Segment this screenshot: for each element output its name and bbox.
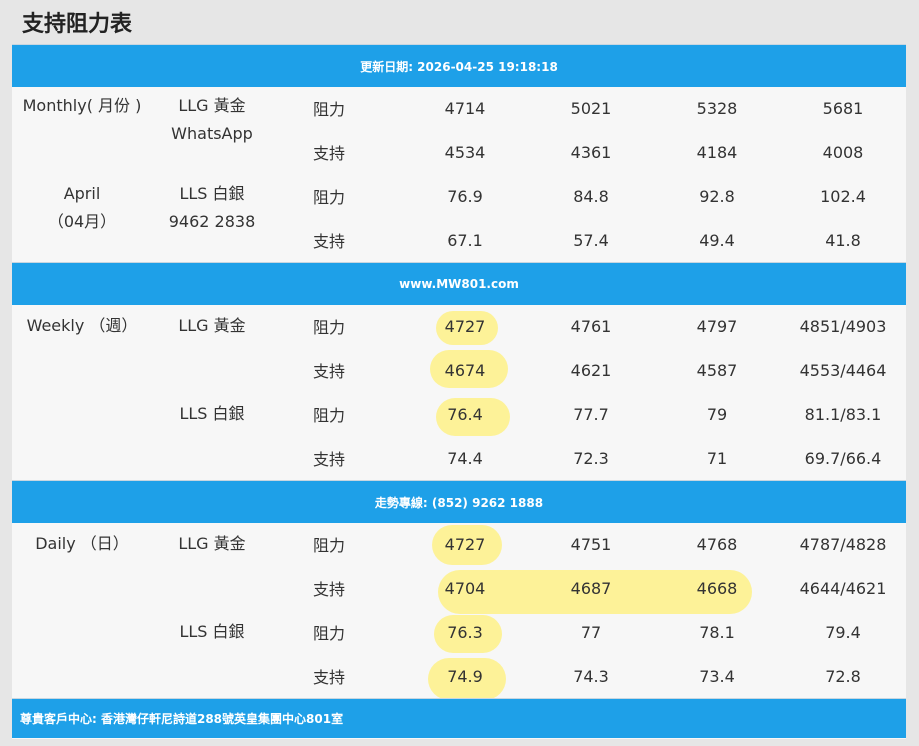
value-cell: 71 [706,448,728,468]
value-cell: 4621 [570,360,612,380]
weekly-row-3: 阻力 76.4 77.7 79 81.1/83.1 [12,392,906,436]
value-cell: 4787/4828 [799,534,887,554]
type-cell: 支持 [312,362,345,381]
value-cell: 72.3 [573,448,609,468]
value-cell: 49.4 [699,230,735,250]
value-cell: 4184 [696,142,738,162]
value-cell: 81.1/83.1 [804,404,882,424]
value-cell: 4668 [654,566,780,610]
website-banner[interactable]: www.MW801.com [12,262,906,305]
update-date-text: 更新日期: 2026-04-25 19:18:18 [360,59,558,74]
value-cell: 4751 [570,534,612,554]
value-cell: 79.4 [825,622,861,642]
value-text: 74.9 [447,666,483,686]
value-cell: 76.9 [447,186,483,206]
value-cell: 4761 [570,316,612,336]
value-cell: 4727 [402,522,528,566]
page-title: 支持阻力表 [22,12,133,37]
value-cell: 4587 [696,360,738,380]
weekly-row-2: 支持 4674 4621 4587 4553/4464 [12,348,906,392]
value-cell: 4553/4464 [799,360,887,380]
value-text: 4687 [570,578,612,598]
value-text: 76.4 [447,404,483,424]
value-cell: 4704 [402,566,528,610]
value-text: 4668 [696,578,738,598]
value-cell: 67.1 [447,230,483,250]
type-cell: 阻力 [312,318,345,337]
value-cell: 57.4 [573,230,609,250]
value-cell: 4851/4903 [799,316,887,336]
type-cell: 阻力 [312,100,345,119]
value-cell: 4797 [696,316,738,336]
type-cell: 支持 [312,232,345,251]
value-cell: 77 [580,622,602,642]
type-cell: 阻力 [312,536,345,555]
hotline-text: 走勢專線: (852) 9262 1888 [374,495,544,510]
value-cell: 4727 [402,304,528,348]
daily-row-1: 阻力 4727 4751 4768 4787/4828 [12,522,906,566]
value-cell: 77.7 [573,404,609,424]
value-text: 4727 [444,316,486,336]
value-cell: 76.3 [402,610,528,654]
daily-row-3: 阻力 76.3 77 78.1 79.4 [12,610,906,654]
type-cell: 支持 [312,450,345,469]
daily-row-4: 支持 74.9 74.3 73.4 72.8 [12,654,906,698]
type-cell: 阻力 [312,406,345,425]
value-cell: 76.4 [402,392,528,436]
support-resistance-table: 更新日期: 2026-04-25 19:18:18 Monthly( 月份 ) … [12,44,906,739]
weekly-row-1: 阻力 4727 4761 4797 4851/4903 [12,304,906,348]
weekly-row-4: 支持 74.4 72.3 71 69.7/66.4 [12,436,906,480]
value-cell: 79 [706,404,728,424]
value-cell: 73.4 [699,666,735,686]
address-banner: 尊貴客戶中心: 香港灣仔軒尼詩道288號英皇集團中心801室 [12,698,906,738]
type-cell: 支持 [312,580,345,599]
value-cell: 74.4 [447,448,483,468]
value-cell: 5328 [696,98,738,118]
monthly-row-3: 阻力 76.9 84.8 92.8 102.4 [12,174,906,218]
value-text: 76.3 [447,622,483,642]
value-cell: 4644/4621 [799,578,887,598]
monthly-row-2: 支持 4534 4361 4184 4008 [12,130,906,174]
value-text: 4704 [444,578,486,598]
update-date-banner: 更新日期: 2026-04-25 19:18:18 [12,44,906,87]
type-cell: 阻力 [312,188,345,207]
type-cell: 阻力 [312,624,345,643]
daily-section: Daily （日） LLG 黃金 LLS 白銀 阻力 4727 4751 476… [12,522,906,700]
value-cell: 69.7/66.4 [804,448,882,468]
value-cell: 78.1 [699,622,735,642]
value-text: 4727 [444,534,486,554]
value-cell: 84.8 [573,186,609,206]
type-cell: 支持 [312,144,345,163]
value-cell: 74.9 [402,654,528,698]
value-cell: 92.8 [699,186,735,206]
address-text: 尊貴客戶中心: 香港灣仔軒尼詩道288號英皇集團中心801室 [20,712,344,726]
value-cell: 4687 [528,566,654,610]
hotline-banner: 走勢專線: (852) 9262 1888 [12,480,906,523]
value-cell: 4008 [822,142,864,162]
value-cell: 4714 [444,98,486,118]
weekly-section: Weekly （週） LLG 黃金 LLS 白銀 阻力 4727 4761 47… [12,304,906,480]
value-cell: 5681 [822,98,864,118]
value-cell: 4674 [402,348,528,392]
value-cell: 74.3 [573,666,609,686]
value-cell: 72.8 [825,666,861,686]
daily-row-2: 支持 4704 4687 4668 4644/4621 [12,566,906,610]
value-cell: 4768 [696,534,738,554]
value-text: 4674 [444,360,486,380]
monthly-section: Monthly( 月份 ) April （04月） LLG 黃金 WhatsAp… [12,86,906,262]
value-cell: 102.4 [820,186,866,206]
value-cell: 41.8 [825,230,861,250]
type-cell: 支持 [312,668,345,687]
monthly-row-4: 支持 67.1 57.4 49.4 41.8 [12,218,906,262]
value-cell: 4534 [444,142,486,162]
value-cell: 4361 [570,142,612,162]
monthly-row-1: 阻力 4714 5021 5328 5681 [12,86,906,130]
value-cell: 5021 [570,98,612,118]
website-link[interactable]: www.MW801.com [399,277,519,291]
